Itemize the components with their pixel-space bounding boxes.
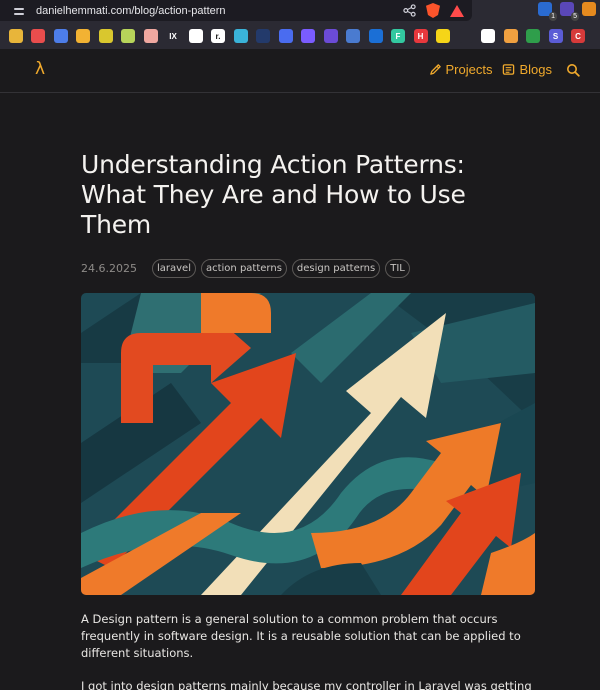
nav-blogs-label: Blogs — [519, 62, 552, 77]
bookmark-icon-17[interactable] — [368, 29, 383, 43]
tag-design-patterns[interactable]: design patterns — [291, 258, 381, 278]
bookmark-icon-13[interactable] — [278, 29, 293, 43]
article-title: Understanding Action Patterns: What They… — [81, 150, 466, 239]
notification-icon[interactable]: 5 — [560, 2, 579, 21]
bookmark-icon-10[interactable]: r. — [211, 29, 225, 43]
article-meta: 24.6.2025 laravel action patterns design… — [81, 257, 535, 279]
bookmark-icon-15[interactable] — [323, 29, 338, 43]
search-icon[interactable] — [566, 63, 580, 77]
hero-image — [81, 293, 535, 595]
brave-rewards-icon[interactable] — [450, 4, 464, 17]
bookmark-icon-16[interactable] — [346, 29, 360, 43]
bookmark-icon-8[interactable]: IX — [166, 29, 180, 43]
nav-projects-label: Projects — [445, 62, 493, 77]
arrows-illustration — [81, 293, 535, 595]
bookmark-icon-26[interactable]: C — [571, 29, 585, 43]
article-paragraph: I got into design patterns mainly becaus… — [81, 679, 532, 690]
bookmark-icon-11[interactable] — [233, 29, 248, 43]
bookmark-icon-24[interactable] — [526, 29, 540, 43]
site-header: λ Projects Blogs — [0, 49, 600, 93]
bookmark-icon-18[interactable]: F — [391, 29, 405, 43]
bitwarden-icon[interactable]: 1 — [538, 2, 557, 21]
bookmark-icon-23[interactable] — [503, 29, 518, 43]
share-icon[interactable] — [403, 4, 416, 17]
book-icon — [503, 64, 515, 75]
bookmark-icon-20[interactable] — [436, 29, 450, 43]
url-text[interactable]: danielhemmati.com/blog/action-pattern — [36, 5, 226, 17]
tag-laravel[interactable]: laravel — [151, 258, 196, 278]
brave-shields-icon[interactable] — [426, 3, 440, 18]
site-logo[interactable]: λ — [35, 59, 45, 79]
tag-action-patterns[interactable]: action patterns — [200, 258, 287, 278]
bookmark-icon-21[interactable] — [458, 29, 473, 43]
bookmark-icon-6[interactable] — [121, 29, 135, 43]
bookmark-icon-25[interactable]: S — [548, 29, 563, 43]
nav-projects-link[interactable]: Projects — [429, 62, 493, 77]
bookmark-icon-5[interactable] — [98, 29, 113, 43]
article-paragraph: A Design pattern is a general solution t… — [81, 612, 521, 660]
bookmark-icon-14[interactable] — [301, 29, 315, 43]
nav-blogs-link[interactable]: Blogs — [502, 62, 552, 77]
bookmark-icon-4[interactable] — [76, 29, 90, 43]
tag-til[interactable]: TIL — [385, 258, 410, 278]
bookmark-icon-2[interactable] — [31, 29, 45, 43]
publish-date: 24.6.2025 — [81, 261, 137, 275]
extension-badge: 5 — [571, 12, 579, 21]
fox-icon[interactable] — [582, 2, 596, 16]
address-bar[interactable]: danielhemmati.com/blog/action-pattern — [0, 0, 472, 21]
bookmark-icon-3[interactable] — [53, 29, 68, 43]
main-nav: Projects Blogs — [429, 62, 581, 77]
extension-badge: 1 — [549, 12, 557, 21]
bookmark-icon-1[interactable] — [8, 29, 23, 43]
bookmark-icon-19[interactable]: H — [413, 29, 428, 43]
bookmarks-bar: IX r. F H S C — [0, 27, 600, 45]
bookmark-icon-12[interactable] — [256, 29, 270, 43]
extensions-toolbar: 15 — [538, 2, 596, 21]
bookmark-icon-7[interactable] — [143, 29, 158, 43]
pencil-icon — [429, 64, 441, 75]
browser-chrome: danielhemmati.com/blog/action-pattern 15… — [0, 0, 600, 49]
bookmark-icon-9[interactable] — [188, 29, 203, 43]
bookmark-icon-22[interactable] — [481, 29, 495, 43]
article: Understanding Action Patterns: What They… — [81, 150, 535, 690]
site-info-icon[interactable] — [14, 6, 24, 16]
